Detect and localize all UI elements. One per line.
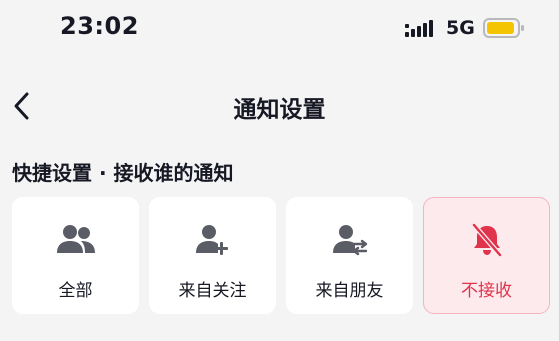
option-following[interactable]: 来自关注 [149,197,276,314]
option-all[interactable]: 全部 [12,197,139,314]
option-label: 来自朋友 [315,281,384,301]
page-title: 通知设置 [233,97,326,123]
section-title: 快捷设置 · 接收谁的通知 [12,161,234,185]
option-label: 不接收 [461,281,512,301]
signal-icon [405,20,433,37]
option-friends[interactable]: 来自朋友 [286,197,413,314]
status-time: 23:02 [60,12,139,40]
user-exchange-icon [332,225,367,256]
bell-off-icon [471,222,502,258]
option-label: 全部 [58,281,93,301]
network-type: 5G [446,17,475,39]
option-label: 来自关注 [178,281,247,301]
notification-source-options: 全部 来自关注 来自朋友 不接收 [12,197,550,314]
option-none[interactable]: 不接收 [423,197,550,314]
users-icon [56,225,95,253]
battery-icon [483,18,524,38]
notification-settings-page: 23:02 5G 通知设置 快捷设置 · 接收谁的通知 全部 来自关注 来自朋友… [0,0,559,341]
user-plus-icon [195,225,228,255]
